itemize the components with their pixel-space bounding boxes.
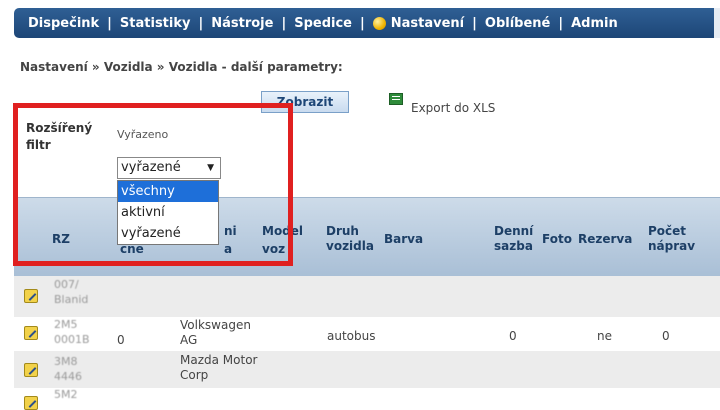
row-rz-detail: Blanid	[54, 293, 89, 306]
nav-endcap	[714, 8, 720, 38]
nav-dispecink[interactable]: Dispečink	[28, 16, 99, 31]
header-rezerva[interactable]: Rezerva	[578, 232, 632, 247]
table-row[interactable]: 5M2	[14, 388, 720, 410]
header-barva[interactable]: Barva	[384, 232, 423, 247]
row-rz: 2M5	[54, 318, 78, 331]
row-vyrobce: Volkswagen AG	[180, 318, 251, 347]
vyrazeno-label: Vyřazeno	[117, 128, 169, 141]
edit-icon[interactable]	[24, 289, 38, 303]
show-button[interactable]: Zobrazit	[261, 91, 349, 113]
row-druh: autobus	[327, 329, 376, 343]
dropdown-arrow-icon: ▼	[207, 163, 214, 173]
header-foto[interactable]: Foto	[542, 232, 572, 247]
table-row[interactable]: 3M8 4446 Mazda Motor Corp	[14, 351, 720, 388]
nav-oblibene[interactable]: Oblíbené	[485, 16, 550, 31]
nav-separator: |	[281, 15, 287, 31]
select-value: vyřazené	[121, 160, 181, 175]
header-model-partial: voz	[262, 242, 286, 256]
edit-icon[interactable]	[24, 396, 38, 410]
header-vyrobce-partial: a	[224, 242, 233, 256]
table-row[interactable]: 007/ Blanid	[14, 276, 720, 317]
row-sazba: 0	[509, 329, 517, 343]
nav-separator: |	[360, 15, 365, 31]
vyrazeno-dropdown: všechny aktivní vyřazené	[117, 180, 219, 245]
row-rezerva: ne	[597, 329, 612, 343]
nav-separator: |	[198, 15, 204, 31]
nav-nastroje[interactable]: Nástroje	[211, 16, 273, 31]
excel-icon[interactable]	[389, 93, 403, 105]
nav-separator: |	[558, 15, 564, 31]
row-rz: 5M2	[54, 388, 78, 401]
nav-separator: |	[107, 15, 112, 31]
row-vyrobce: Mazda Motor Corp	[180, 353, 258, 382]
nav-nastaveni[interactable]: Nastavení	[391, 16, 464, 31]
row-value: 0	[117, 333, 125, 347]
edit-icon[interactable]	[24, 363, 38, 377]
top-navigation: Dispečink | Statistiky | Nástroje | Sped…	[14, 8, 720, 38]
row-rz-detail: 4446	[54, 370, 82, 383]
row-naprav: 0	[662, 329, 670, 343]
option-aktivni[interactable]: aktivní	[118, 202, 218, 223]
extended-filter-label: Rozšířený filtr	[26, 121, 93, 152]
nav-separator: |	[472, 15, 477, 31]
nav-spedice[interactable]: Spedice	[294, 16, 352, 31]
row-rz-detail: 0001B	[54, 333, 90, 346]
row-rz: 007/	[54, 278, 79, 291]
export-xls-link[interactable]: Export do XLS	[411, 101, 495, 115]
option-vsechny[interactable]: všechny	[118, 181, 218, 202]
header-druh-vozidla[interactable]: Druh vozidla	[326, 224, 386, 254]
nav-statistiky[interactable]: Statistiky	[120, 16, 191, 31]
table-row[interactable]: 2M5 0001B 0 Volkswagen AG autobus 0 ne 0	[14, 317, 720, 351]
vyrazeno-select[interactable]: vyřazené ▼	[117, 157, 221, 179]
header-model[interactable]: Model	[262, 224, 303, 239]
breadcrumb: Nastavení » Vozidla » Vozidla - další pa…	[20, 60, 343, 74]
edit-icon[interactable]	[24, 326, 38, 340]
header-pocet-naprav[interactable]: Počet náprav	[648, 224, 698, 254]
option-vyrazene[interactable]: vyřazené	[118, 223, 218, 244]
row-rz: 3M8	[54, 355, 78, 368]
status-dot-icon	[372, 16, 386, 30]
header-denni-sazba[interactable]: Denní sazba	[494, 224, 538, 254]
nav-admin[interactable]: Admin	[571, 16, 618, 31]
header-vyrobce[interactable]: ni	[224, 224, 237, 239]
header-rz[interactable]: RZ	[52, 232, 70, 247]
